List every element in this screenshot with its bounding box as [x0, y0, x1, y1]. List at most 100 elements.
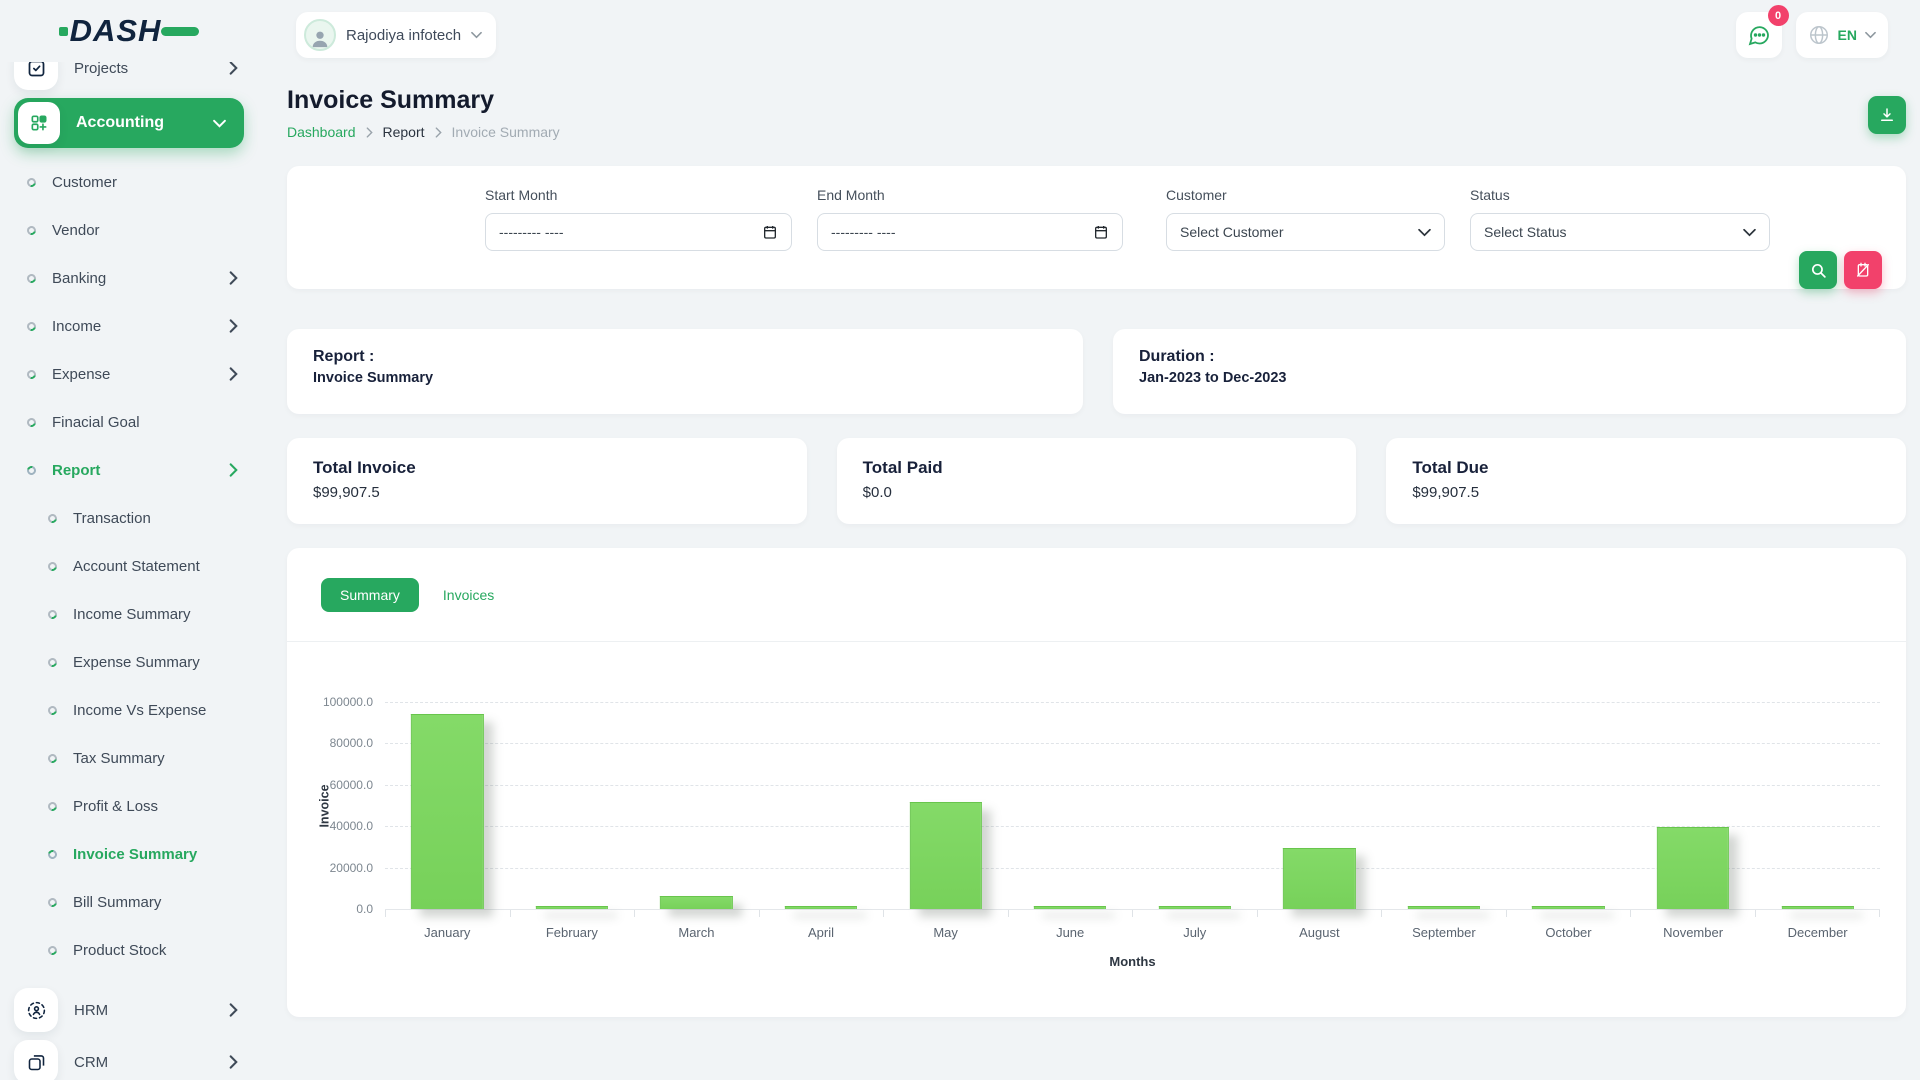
page-head: Invoice Summary DashboardReportInvoice S…	[287, 86, 1906, 140]
page-title: Invoice Summary	[287, 86, 560, 115]
sidebar-item-label: Customer	[52, 174, 244, 191]
gridline-0	[385, 909, 1880, 910]
x-tickmark	[634, 909, 759, 917]
sidebar-item-profit-loss[interactable]: Profit & Loss	[14, 782, 244, 830]
sidebar-item-invoice-summary[interactable]: Invoice Summary	[14, 830, 244, 878]
start-month-field: Start Month --------- ----	[485, 187, 792, 289]
x-tickmark	[510, 909, 635, 917]
start-month-label: Start Month	[485, 187, 792, 203]
bullet-icon	[25, 368, 37, 380]
sidebar-item-projects[interactable]: Projects	[14, 62, 244, 92]
totals-row: Total Invoice$99,907.5Total Paid$0.0Tota…	[287, 438, 1906, 524]
sidebar-item-income-vs-expense[interactable]: Income Vs Expense	[14, 686, 244, 734]
total-value: $99,907.5	[313, 484, 781, 501]
report-value: Invoice Summary	[313, 370, 1057, 386]
sidebar-item-transaction[interactable]: Transaction	[14, 494, 244, 542]
tab-summary[interactable]: Summary	[321, 578, 419, 612]
sidebar-item-label: Tax Summary	[73, 750, 244, 767]
download-button[interactable]	[1868, 96, 1906, 134]
sidebar-item-account-statement[interactable]: Account Statement	[14, 542, 244, 590]
customer-select[interactable]: Select Customer	[1166, 213, 1445, 251]
sidebar-item-income-summary[interactable]: Income Summary	[14, 590, 244, 638]
bar-september[interactable]	[1408, 906, 1480, 909]
bar-slot-august	[1257, 702, 1382, 909]
bar-july[interactable]	[1159, 906, 1231, 909]
bar-august[interactable]	[1283, 848, 1355, 909]
start-month-input[interactable]: --------- ----	[485, 213, 792, 251]
tab-invoices[interactable]: Invoices	[429, 578, 508, 612]
company-selector[interactable]: Rajodiya infotech	[296, 12, 496, 58]
status-select[interactable]: Select Status	[1470, 213, 1770, 251]
duration-value: Jan-2023 to Dec-2023	[1139, 370, 1880, 386]
bullet-icon	[46, 560, 58, 572]
bar-slot-july	[1132, 702, 1257, 909]
sidebar-item-income[interactable]: Income	[14, 302, 244, 350]
bar-february[interactable]	[536, 906, 608, 909]
search-icon	[1810, 262, 1827, 279]
chevron-right-icon	[229, 62, 238, 75]
language-selector[interactable]: EN	[1796, 12, 1888, 58]
sidebar-item-tax-summary[interactable]: Tax Summary	[14, 734, 244, 782]
report-info-row: Report : Invoice Summary Duration : Jan-…	[287, 329, 1906, 414]
bars-layer	[385, 702, 1880, 909]
bullet-icon	[25, 176, 37, 188]
chevron-right-icon	[229, 367, 238, 381]
reset-icon	[1855, 262, 1871, 278]
bar-june[interactable]	[1034, 906, 1106, 909]
x-tickmark	[1008, 909, 1133, 917]
bar-slot-february	[510, 702, 635, 909]
bar-may[interactable]	[909, 802, 981, 909]
bar-slot-may	[883, 702, 1008, 909]
x-tick-label-august: August	[1257, 925, 1382, 940]
chevron-down-icon	[1418, 228, 1431, 237]
sidebar-item-customer[interactable]: Customer	[14, 158, 244, 206]
sidebar-item-expense[interactable]: Expense	[14, 350, 244, 398]
reset-filter-button[interactable]	[1844, 251, 1882, 289]
accounting-grid-icon	[18, 102, 60, 144]
calendar-icon	[762, 224, 778, 240]
total-value: $0.0	[863, 484, 1331, 501]
sidebar-item-banking[interactable]: Banking	[14, 254, 244, 302]
sidebar-item-report[interactable]: Report	[14, 446, 244, 494]
crm-icon	[14, 1040, 58, 1080]
customer-field: Customer Select Customer	[1166, 187, 1445, 289]
download-icon	[1878, 106, 1896, 124]
sidebar-item-label: CRM	[74, 1054, 213, 1071]
sidebar-item-label: Product Stock	[73, 942, 244, 959]
bar-april[interactable]	[785, 906, 857, 909]
x-tick-label-october: October	[1506, 925, 1631, 940]
apply-filter-button[interactable]	[1799, 251, 1837, 289]
sidebar-item-accounting[interactable]: Accounting	[14, 98, 244, 148]
chevron-down-icon	[1743, 228, 1756, 237]
bullet-icon	[46, 656, 58, 668]
y-tick-label: 20000.0	[330, 861, 373, 875]
sidebar-item-hrm[interactable]: HRM	[14, 984, 244, 1036]
sidebar-item-vendor[interactable]: Vendor	[14, 206, 244, 254]
main-area: Rajodiya infotech 0 EN Invoice Summary D…	[258, 0, 1920, 1080]
filter-bar: Start Month --------- ---- End Month ---…	[287, 166, 1906, 289]
sidebar-item-finacial-goal[interactable]: Finacial Goal	[14, 398, 244, 446]
sidebar-item-label: Finacial Goal	[52, 414, 244, 431]
chevron-right-icon	[229, 1003, 238, 1017]
chevron-right-icon	[229, 463, 238, 477]
sidebar-item-bill-summary[interactable]: Bill Summary	[14, 878, 244, 926]
bar-december[interactable]	[1782, 906, 1854, 909]
sidebar-item-label: Banking	[52, 270, 213, 287]
bar-march[interactable]	[660, 896, 732, 909]
bar-slot-january	[385, 702, 510, 909]
sidebar-item-product-stock[interactable]: Product Stock	[14, 926, 244, 974]
breadcrumb-item-report[interactable]: Report	[383, 124, 425, 140]
x-tick-label-june: June	[1008, 925, 1133, 940]
sidebar-item-expense-summary[interactable]: Expense Summary	[14, 638, 244, 686]
breadcrumb-item-dashboard[interactable]: Dashboard	[287, 124, 356, 140]
bar-slot-june	[1008, 702, 1133, 909]
sidebar-item-crm[interactable]: CRM	[14, 1036, 244, 1080]
bar-october[interactable]	[1532, 906, 1604, 909]
sidebar-item-label: Profit & Loss	[73, 798, 244, 815]
sidebar-bottom-items: HRM CRM	[14, 984, 244, 1080]
x-tick-label-november: November	[1631, 925, 1756, 940]
end-month-input[interactable]: --------- ----	[817, 213, 1123, 251]
bar-january[interactable]	[411, 714, 483, 909]
bar-november[interactable]	[1657, 827, 1729, 909]
messages-button[interactable]: 0	[1736, 12, 1782, 58]
